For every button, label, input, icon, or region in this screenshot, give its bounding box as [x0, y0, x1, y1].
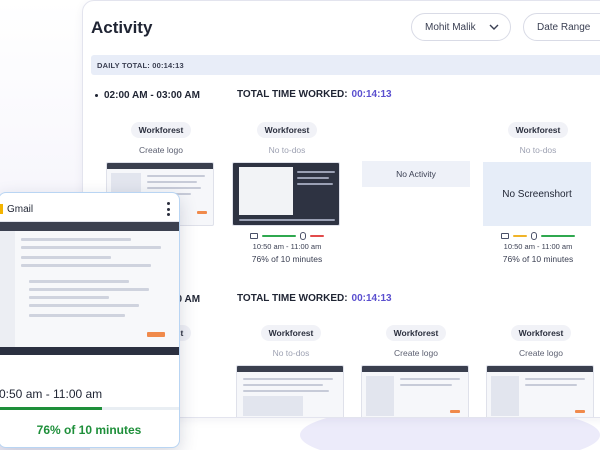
total-time-label: TOTAL TIME WORKED:	[237, 293, 348, 304]
keyboard-level-bar	[262, 235, 296, 237]
time-range: 10:50 am - 11:00 am	[252, 242, 322, 251]
activity-percent: 76% of 10 minutes	[502, 254, 574, 264]
keyboard-icon	[250, 233, 258, 239]
screenshot-thumbnail[interactable]	[232, 162, 340, 226]
no-screenshot-placeholder: No Screenshort	[483, 162, 591, 226]
popover-time-range: 0:50 am - 11:00 am	[0, 387, 103, 401]
screenshot-thumbnail[interactable]	[486, 365, 594, 417]
mouse-level-bar	[310, 235, 324, 237]
no-activity-slot: No Activity	[362, 161, 470, 187]
todo-label: Create logo	[139, 145, 183, 155]
activity-progress-fill	[0, 407, 102, 410]
page-title: Activity	[91, 18, 153, 37]
keyboard-icon	[501, 233, 509, 239]
activity-slot[interactable]: Workforest Create logo	[486, 323, 596, 417]
chevron-down-icon	[489, 24, 499, 30]
daily-total-bar: DAILY TOTAL: 00:14:13	[91, 55, 600, 75]
activity-progress-bar	[0, 407, 179, 410]
mouse-icon	[531, 232, 537, 240]
activity-meter	[483, 232, 593, 240]
total-time-worked: TOTAL TIME WORKED: 00:14:13	[237, 293, 392, 304]
activity-slot[interactable]: Workforest No to-dos 10:50 am - 11:00 am…	[232, 120, 342, 264]
total-time-value: 00:14:13	[351, 293, 392, 304]
activity-slot[interactable]: Workforest No to-dos No Screenshort 10:5…	[483, 120, 593, 264]
popover-activity-percent: 76% of 10 minutes	[36, 423, 142, 437]
todo-label: No to-dos	[519, 145, 557, 155]
no-activity-label: No Activity	[396, 169, 436, 179]
hour-range: 02:00 AM - 03:00 AM	[95, 88, 200, 102]
mouse-icon	[300, 232, 306, 240]
activity-slot[interactable]: Workforest No to-dos	[236, 323, 346, 417]
total-time-worked: TOTAL TIME WORKED: 00:14:13	[237, 89, 392, 100]
date-range-label: Date Range	[537, 21, 591, 33]
project-pill: Workforest	[260, 325, 322, 341]
keyboard-level-bar	[513, 235, 527, 237]
user-filter-label: Mohit Malik	[425, 21, 476, 33]
activity-slot[interactable]: Workforest Create logo	[361, 323, 471, 417]
total-time-label: TOTAL TIME WORKED:	[237, 89, 348, 100]
activity-percent: 76% of 10 minutes	[251, 254, 323, 264]
hour-range-label: 02:00 AM - 03:00 AM	[104, 89, 200, 101]
time-range: 10:50 am - 11:00 am	[503, 242, 573, 251]
screenshot-thumbnail[interactable]	[236, 365, 344, 417]
date-range-dropdown[interactable]: Date Range	[523, 13, 600, 41]
no-screenshot-label: No Screenshort	[502, 188, 572, 200]
todo-label: Create logo	[519, 348, 563, 358]
project-pill: Workforest	[130, 122, 192, 138]
popover-header: Gmail	[0, 201, 179, 217]
activity-meter	[232, 232, 342, 240]
todo-label: No to-dos	[268, 145, 306, 155]
todo-label: No to-dos	[272, 348, 310, 358]
daily-total-text: DAILY TOTAL: 00:14:13	[97, 60, 184, 70]
project-pill: Workforest	[385, 325, 447, 341]
popover-title: Gmail	[7, 204, 34, 215]
project-pill: Workforest	[507, 122, 569, 138]
mouse-level-bar	[541, 235, 575, 237]
screenshot-popover[interactable]: Gmail 0:50 am - 11:00 am 76% of 10 minut…	[0, 192, 180, 448]
more-options-icon[interactable]	[167, 202, 171, 216]
project-pill: Workforest	[510, 325, 572, 341]
screenshot-thumbnail[interactable]	[361, 365, 469, 417]
todo-label: Create logo	[394, 348, 438, 358]
gmail-icon	[0, 204, 3, 214]
user-filter-dropdown[interactable]: Mohit Malik	[411, 13, 511, 41]
project-pill: Workforest	[256, 122, 318, 138]
screenshot-preview[interactable]	[0, 221, 179, 355]
bullet-icon	[95, 93, 98, 97]
total-time-value: 00:14:13	[351, 89, 392, 100]
